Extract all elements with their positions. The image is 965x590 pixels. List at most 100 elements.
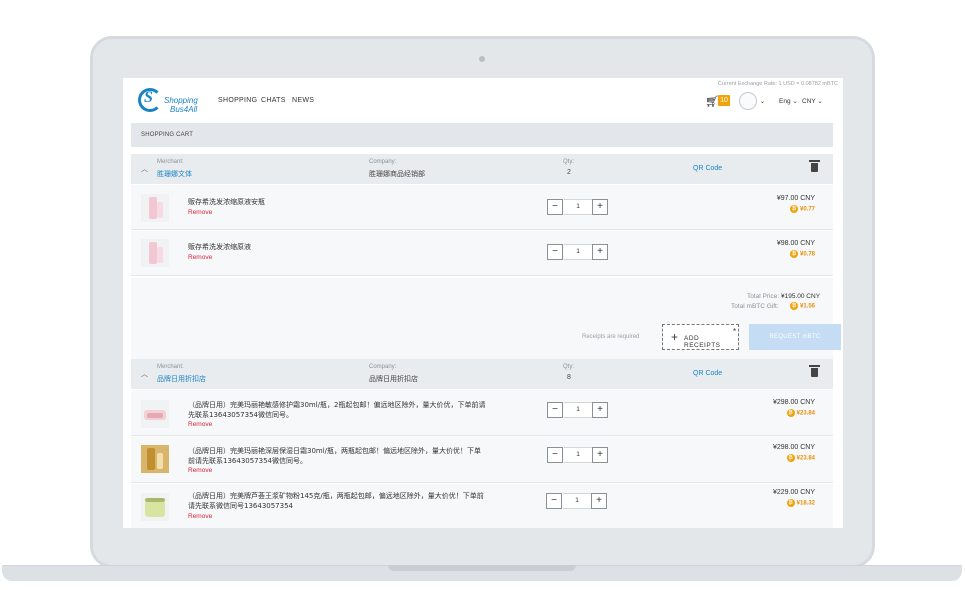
qty-label: Qty: <box>563 159 575 165</box>
chevron-down-icon[interactable]: ⌄ <box>760 98 765 105</box>
quantity-input[interactable]: 1 <box>564 244 592 260</box>
plus-button[interactable]: + <box>592 402 608 418</box>
remove-link[interactable]: Remove <box>188 467 212 474</box>
product-thumbnail[interactable] <box>141 445 169 473</box>
cart-item-row: （品牌日用）完美玛丽艳深层保湿日霜30ml/瓶，两瓶起包邮！偏远地区除外，量大价… <box>131 437 833 483</box>
cart-icon[interactable]: 🛒︎ <box>705 95 719 108</box>
product-name[interactable]: 贩存希洗发浓缩原液安瓶 <box>188 198 488 208</box>
minus-button[interactable]: − <box>546 493 562 509</box>
product-name[interactable]: （品牌日用）完美玛丽艳敏感修护霜30ml/瓶，2瓶起包邮！偏远地区除外，量大价优… <box>188 401 488 420</box>
merchant-link[interactable]: 胜珊娜文体 <box>157 169 192 179</box>
product-name[interactable]: （品牌日用）完美牌芦荟王浆矿物粉145克/瓶，两瓶起包邮，偏远地区除外，量大价优… <box>188 492 488 511</box>
quantity-input[interactable]: 1 <box>564 402 592 418</box>
merchant-qty: 2 <box>567 169 571 176</box>
remove-link[interactable]: Remove <box>188 513 212 520</box>
exchange-rate: Current Exchange Rate: 1 USD = 0.08782 m… <box>718 81 838 87</box>
total-price: ¥195.00 CNY <box>781 293 821 300</box>
quantity-stepper: − 1 + <box>547 447 609 463</box>
company-label: Company: <box>369 159 397 165</box>
total-price-label: Total Price: <box>747 293 780 300</box>
merchant-bar: ︿ Merchant: 胜珊娜文体 Company: 胜珊娜商品经销部 Qty:… <box>131 154 833 184</box>
trash-icon[interactable] <box>809 365 820 377</box>
minus-button[interactable]: − <box>547 447 563 463</box>
quantity-input[interactable]: 1 <box>563 493 591 509</box>
product-thumbnail[interactable] <box>141 239 169 267</box>
minus-button[interactable]: − <box>547 402 563 418</box>
total-mbtc-label: Total mBTC Gift: <box>731 303 779 310</box>
collapse-chevron-icon[interactable]: ︿ <box>141 164 148 174</box>
company-name: 品牌日用折扣店 <box>369 376 418 383</box>
language-select[interactable]: Eng ⌄ <box>779 97 798 105</box>
product-name[interactable]: （品牌日用）完美玛丽艳深层保湿日霜30ml/瓶，两瓶起包邮！偏远地区除外，量大价… <box>188 447 488 466</box>
language-value: Eng <box>779 98 791 105</box>
item-price: ¥229.00 CNY <box>772 489 815 496</box>
logo-mark: S <box>144 89 153 106</box>
product-thumbnail[interactable] <box>141 194 169 222</box>
add-receipts-button[interactable]: + ADD RECEIPTS * <box>662 324 739 350</box>
remove-link[interactable]: Remove <box>188 209 212 216</box>
plus-button[interactable]: + <box>592 244 608 260</box>
item-mbtc: ₿ ¥23.84 <box>786 454 815 462</box>
remove-link[interactable]: Remove <box>188 254 212 261</box>
plus-button[interactable]: + <box>591 493 607 509</box>
quantity-stepper: − 1 + <box>547 199 609 215</box>
item-mbtc-value: ¥23.84 <box>796 410 815 417</box>
item-price: ¥298.00 CNY <box>772 444 815 451</box>
request-mbtc-button[interactable]: REQUEST mBTC <box>749 324 841 350</box>
total-mbtc: ₿ ¥1.56 <box>789 302 815 310</box>
item-mbtc: ₿ ¥0.78 <box>789 250 815 258</box>
total-mbtc-value: ¥1.56 <box>799 303 815 310</box>
quantity-input[interactable]: 1 <box>564 447 592 463</box>
chevron-down-icon: ⌄ <box>792 98 798 105</box>
item-mbtc-value: ¥0.78 <box>799 251 815 258</box>
merchant-link[interactable]: 品牌日用折扣店 <box>157 374 206 384</box>
nav-news[interactable]: NEWS <box>292 97 314 104</box>
qty-label: Qty: <box>563 364 575 370</box>
nav-shopping[interactable]: SHOPPING <box>218 97 257 104</box>
cart-item-row: 贩存希洗发浓缩原液安瓶 Remove − 1 + ¥97.00 CNY ₿ ¥0.… <box>131 185 833 230</box>
item-price: ¥98.00 CNY <box>776 240 815 247</box>
cart-item-row: （品牌日用）完美牌芦荟王浆矿物粉145克/瓶，两瓶起包邮，偏远地区除外，量大价优… <box>131 484 833 528</box>
currency-value: CNY <box>802 98 816 105</box>
camera-icon <box>479 56 485 62</box>
quantity-input[interactable]: 1 <box>564 199 592 215</box>
remove-link[interactable]: Remove <box>188 421 212 428</box>
shopping-bus-logo[interactable]: S Shopping Bus4All <box>138 86 208 118</box>
item-mbtc: ₿ ¥23.84 <box>786 409 815 417</box>
cart-item-row: 贩存希洗发浓缩原液 Remove − 1 + ¥98.00 CNY ₿ ¥0.78 <box>131 231 833 276</box>
required-asterisk: * <box>733 327 737 336</box>
collapse-chevron-icon[interactable]: ︿ <box>141 369 148 379</box>
plus-button[interactable]: + <box>592 447 608 463</box>
bitcoin-icon: ₿ <box>789 302 798 310</box>
brand-line-2: Bus4All <box>170 105 198 114</box>
item-price: ¥97.00 CNY <box>776 195 815 202</box>
qr-code-link[interactable]: QR Code <box>693 165 722 172</box>
bitcoin-icon: ₿ <box>789 250 798 258</box>
item-mbtc-value: ¥23.84 <box>796 455 815 462</box>
merchant-label: Merchant: <box>157 364 184 370</box>
bitcoin-icon: ₿ <box>789 205 798 213</box>
plus-button[interactable]: + <box>592 199 608 215</box>
cart-item-row: （品牌日用）完美玛丽艳敏感修护霜30ml/瓶，2瓶起包邮！偏远地区除外，量大价优… <box>131 390 833 436</box>
merchant-bar: ︿ Merchant: 品牌日用折扣店 Company: 品牌日用折扣店 Qty… <box>131 359 833 389</box>
receipts-note: Receipts are required <box>582 334 640 340</box>
minus-button[interactable]: − <box>547 199 563 215</box>
user-avatar[interactable] <box>739 92 757 110</box>
minus-button[interactable]: − <box>547 244 563 260</box>
bitcoin-icon: ₿ <box>786 499 795 507</box>
add-receipts-label: ADD RECEIPTS <box>684 335 721 349</box>
company-name: 胜珊娜商品经销部 <box>369 171 425 178</box>
product-thumbnail[interactable] <box>141 400 169 428</box>
product-thumbnail[interactable] <box>141 493 169 521</box>
cart-count-badge[interactable]: 10 <box>718 95 730 106</box>
merchant-label: Merchant: <box>157 159 184 165</box>
plus-icon: + <box>671 330 679 344</box>
trash-icon[interactable] <box>809 160 820 172</box>
currency-select[interactable]: CNY ⌄ <box>802 97 823 105</box>
product-name[interactable]: 贩存希洗发浓缩原液 <box>188 243 488 253</box>
nav-chats[interactable]: CHATS <box>261 97 286 104</box>
qr-code-link[interactable]: QR Code <box>693 370 722 377</box>
item-mbtc: ₿ ¥0.77 <box>789 205 815 213</box>
brand-line-1: Shopping <box>164 96 198 105</box>
chevron-down-icon: ⌄ <box>817 98 823 105</box>
